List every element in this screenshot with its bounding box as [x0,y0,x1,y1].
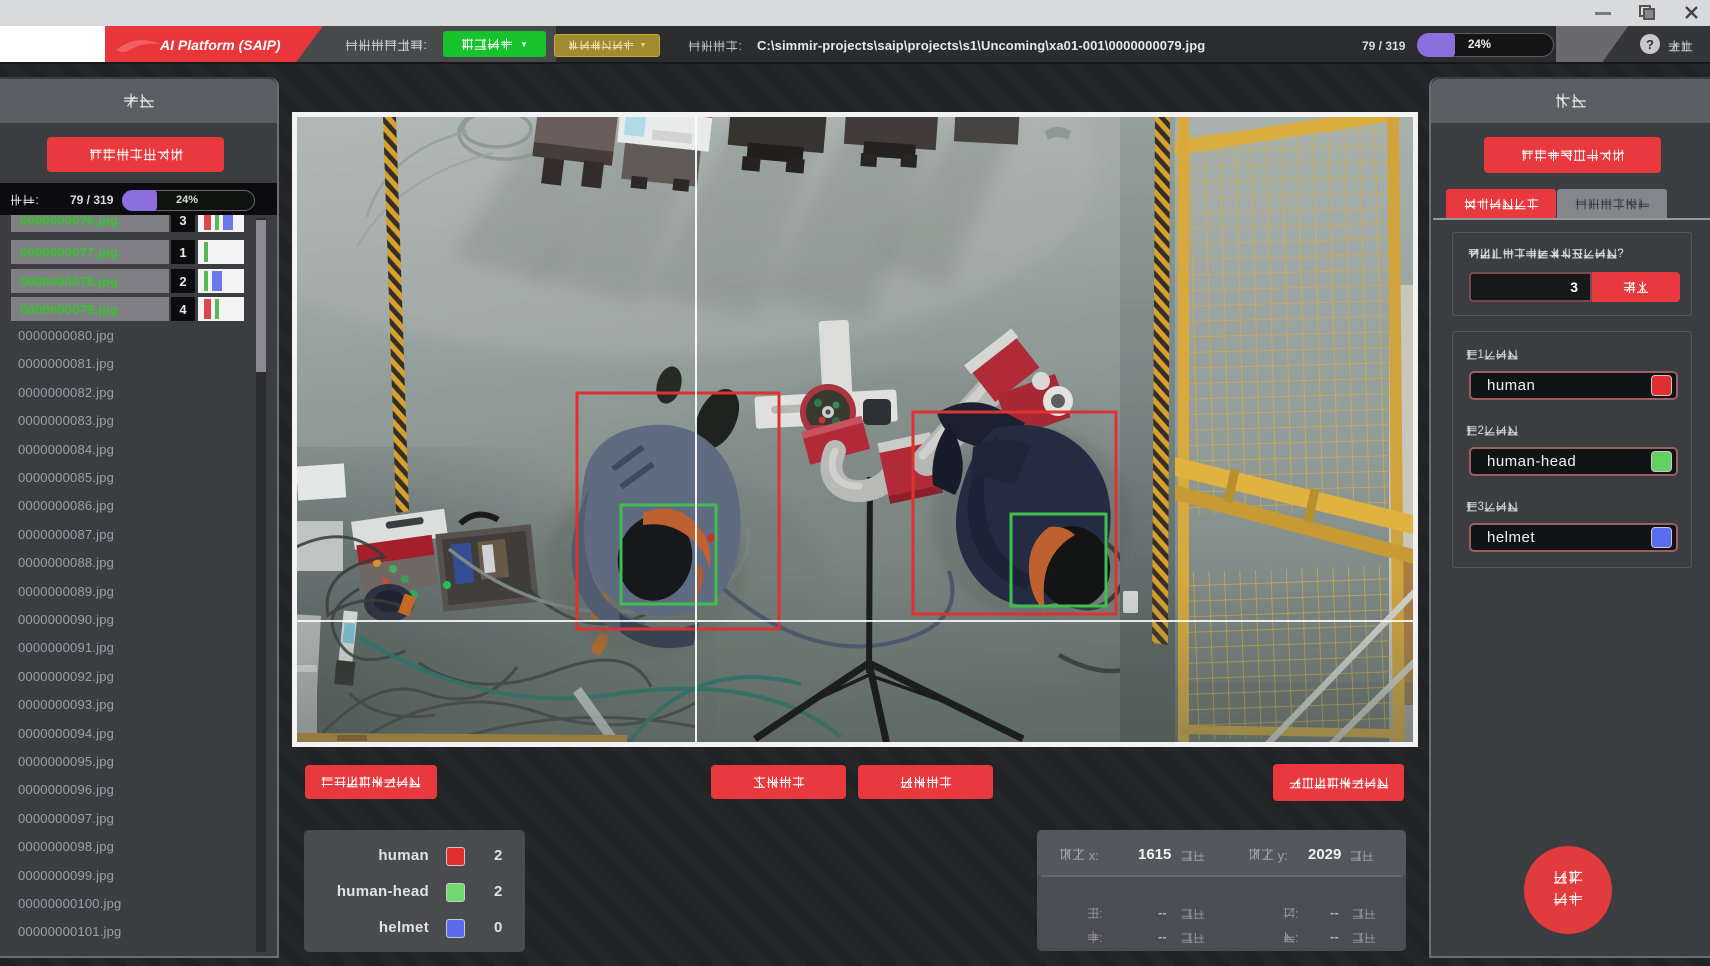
svg-text::: : [35,193,38,207]
svg-text:3: 3 [1477,501,1483,513]
svg-text:?: ? [1617,248,1623,260]
svg-text::: : [738,39,741,53]
svg-text::: : [423,37,427,52]
svg-text:1: 1 [1477,349,1483,361]
svg-text:2: 2 [1477,425,1483,437]
